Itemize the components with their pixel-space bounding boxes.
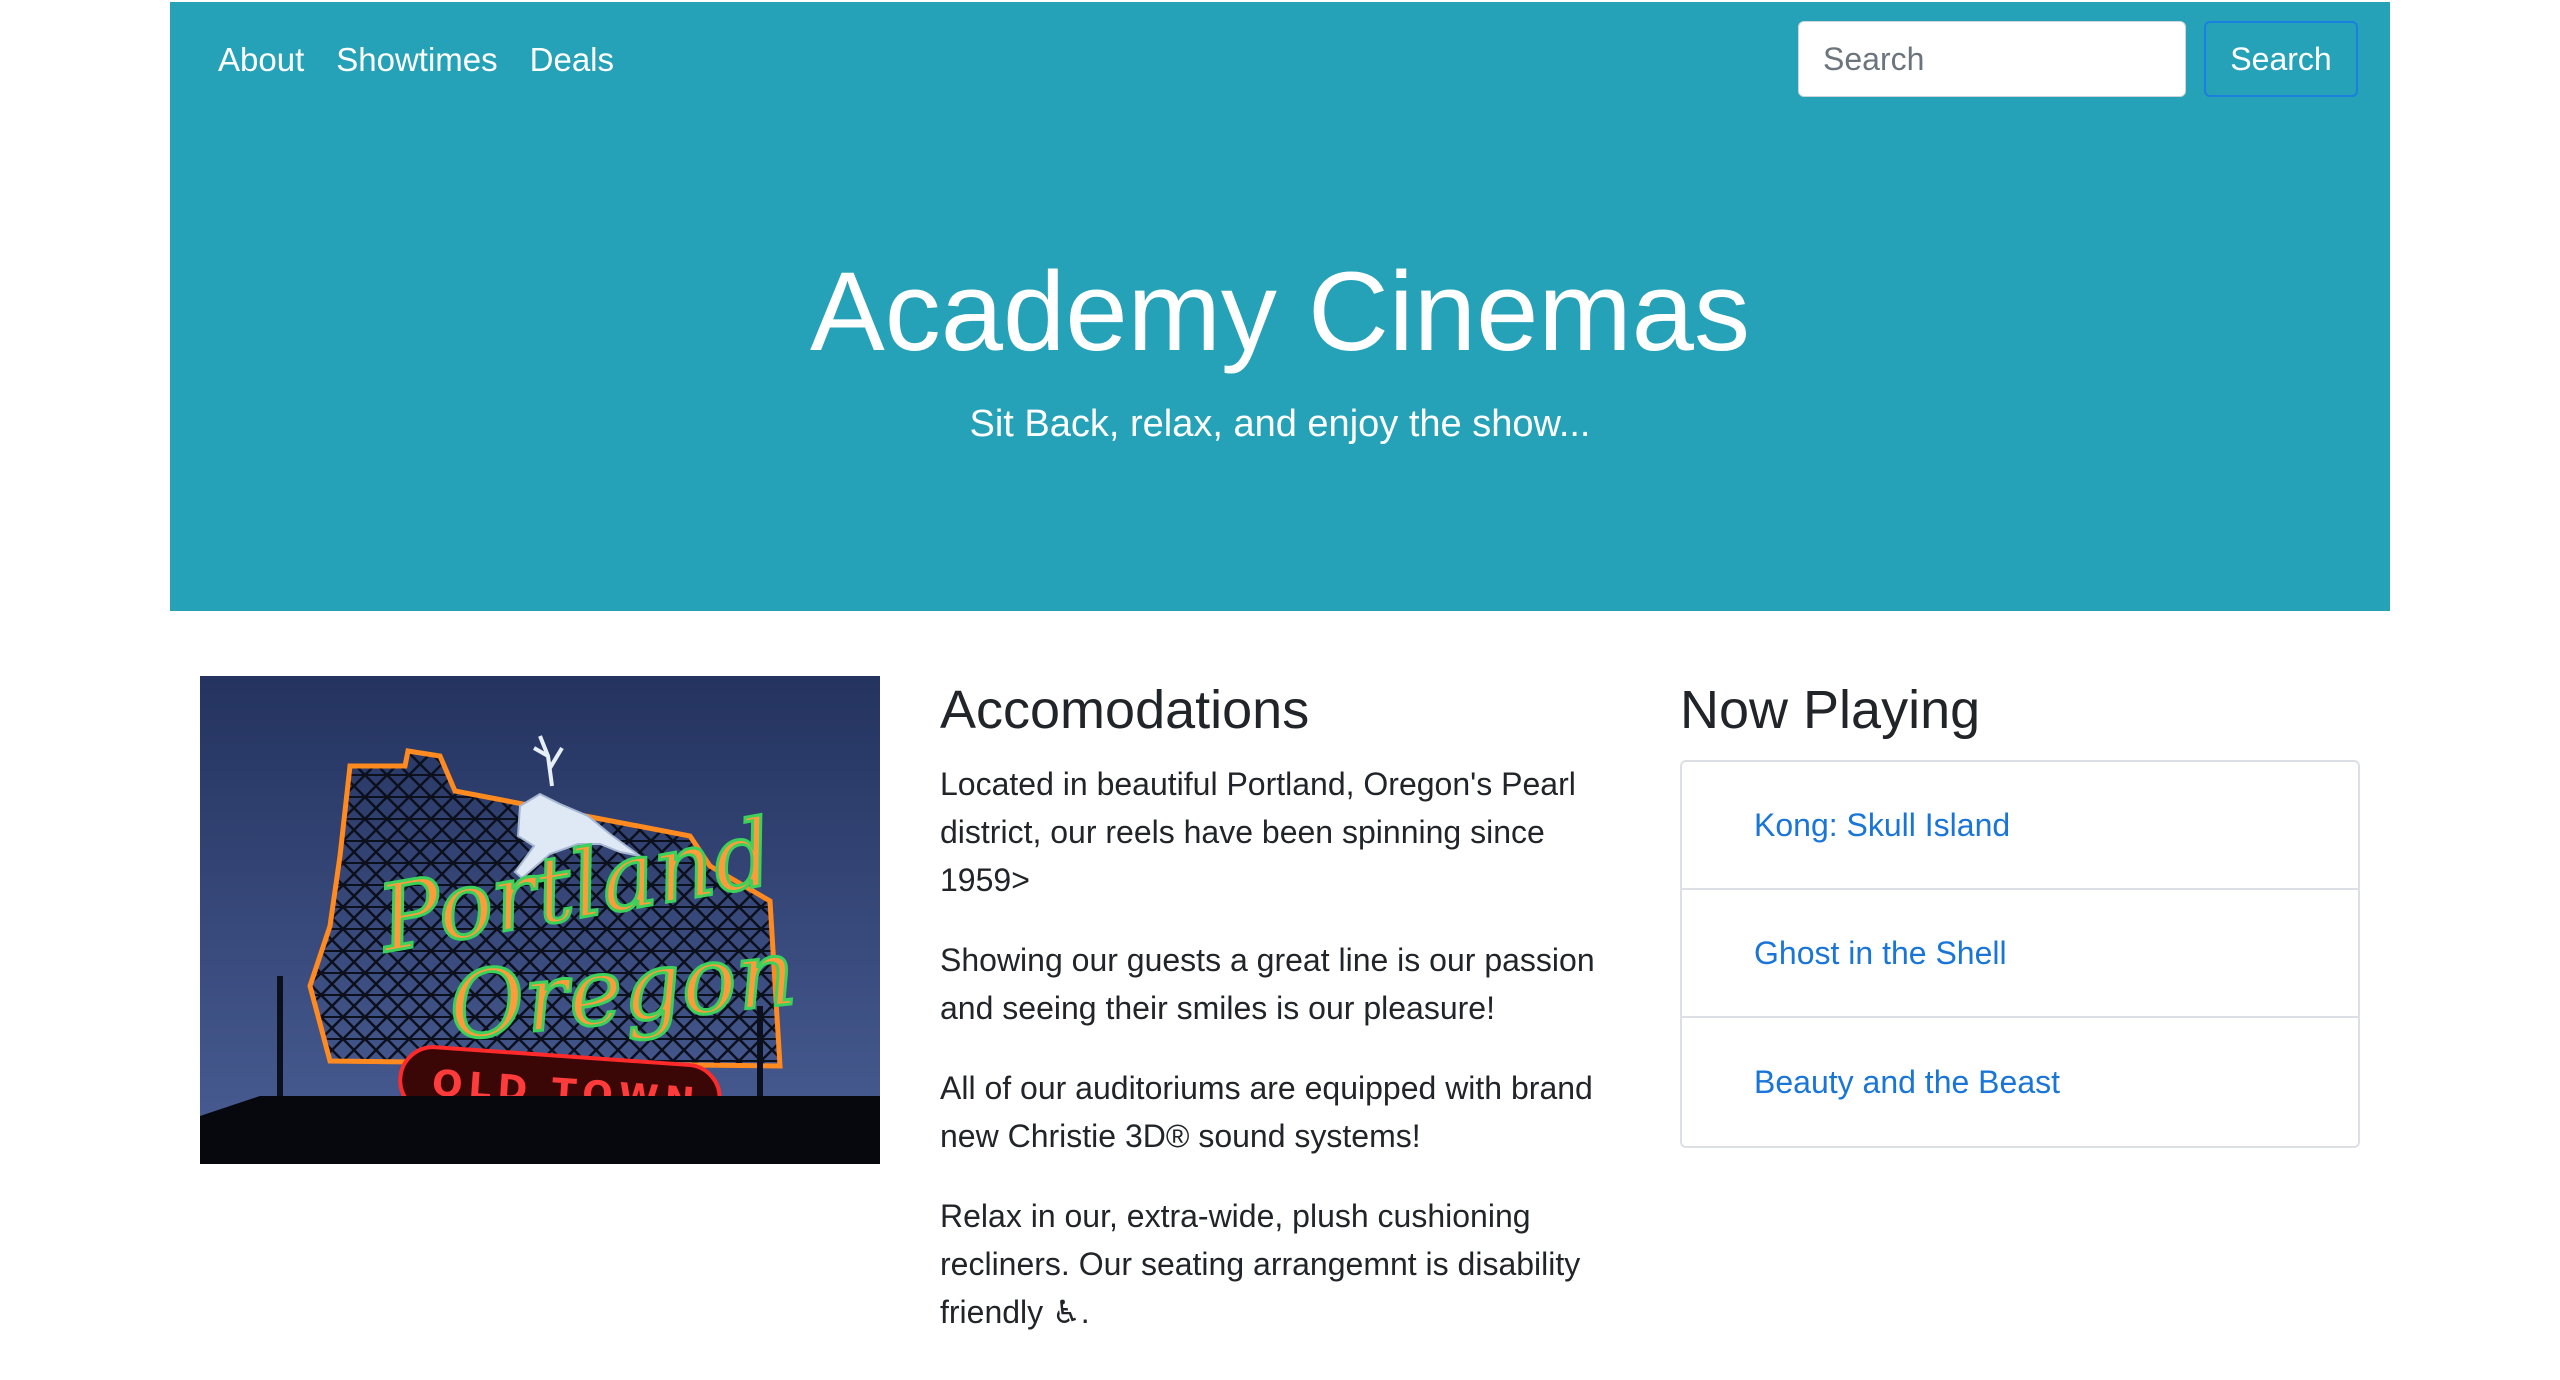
nav-link-showtimes[interactable]: Showtimes — [336, 32, 497, 88]
portland-sign-image: Portland Oregon OLD TOWN — [200, 676, 880, 1164]
accommodations-paragraph: All of our auditoriums are equipped with… — [940, 1070, 1593, 1154]
movie-link-beauty-and-the-beast[interactable]: Beauty and the Beast — [1682, 1018, 2358, 1146]
page-title: Academy Cinemas — [810, 249, 1750, 374]
accommodations-heading: Accomodations — [940, 680, 1310, 740]
nav-link-deals[interactable]: Deals — [530, 32, 614, 88]
nav-link-about[interactable]: About — [218, 32, 304, 88]
accommodations-paragraph: Relax in our, extra-wide, plush cushioni… — [940, 1198, 1581, 1330]
page-container: About Showtimes Deals Search Academy Cin… — [170, 0, 2390, 1380]
now-playing-heading: Now Playing — [1680, 680, 1981, 740]
accommodations-paragraph: Located in beautiful Portland, Oregon's … — [940, 766, 1576, 898]
movie-link-ghost-in-the-shell[interactable]: Ghost in the Shell — [1682, 890, 2358, 1018]
hero-header: About Showtimes Deals Search Academy Cin… — [170, 2, 2390, 611]
accommodations-section: Accomodations Located in beautiful Portl… — [940, 672, 1640, 1368]
now-playing-section: Now Playing Kong: Skull Island Ghost in … — [1680, 672, 2360, 1148]
portland-sign-photo: Portland Oregon OLD TOWN — [200, 676, 880, 1164]
accommodations-paragraph: Showing our guests a great line is our p… — [940, 942, 1595, 1026]
movie-link-kong[interactable]: Kong: Skull Island — [1682, 762, 2358, 890]
now-playing-list: Kong: Skull Island Ghost in the Shell Be… — [1680, 760, 2360, 1148]
search-button[interactable]: Search — [2204, 21, 2358, 97]
main-nav: About Showtimes Deals — [218, 32, 614, 88]
page-tagline: Sit Back, relax, and enjoy the show... — [969, 403, 1591, 445]
search-input[interactable] — [1798, 21, 2186, 97]
